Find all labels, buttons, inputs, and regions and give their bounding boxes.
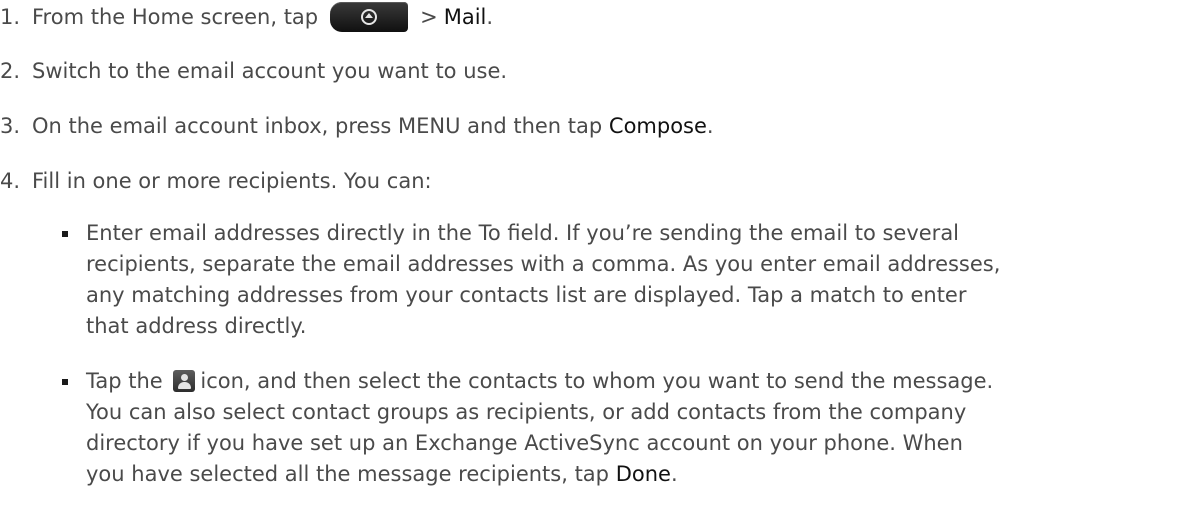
bullet-line: Tap the icon, and then select the contac…	[86, 366, 1194, 397]
bullet-item-2: Tap the icon, and then select the contac…	[45, 366, 1185, 494]
step-2: 2. Switch to the email account you want …	[0, 56, 507, 86]
step-number: 2.	[0, 59, 21, 83]
bullet-text: Tap the icon, and then select the contac…	[86, 366, 1194, 490]
step-text-after: >	[420, 5, 438, 29]
bullet-line: any matching addresses from your contact…	[86, 283, 967, 307]
bullet-end: .	[670, 462, 678, 486]
bullet-line: directory if you have set up an Exchange…	[86, 431, 963, 455]
bullet-text-after-icon: icon, and then select the contacts to wh…	[200, 369, 994, 393]
step-number: 4.	[0, 169, 21, 193]
step-end: .	[486, 5, 494, 29]
step-end: .	[706, 114, 714, 138]
step-text: Fill in one or more recipients. You can:	[32, 169, 432, 193]
step-1: 1. From the Home screen, tap > Mail .	[0, 2, 493, 32]
bullet-line: You can also select contact groups as re…	[86, 400, 967, 424]
step-text: Switch to the email account you want to …	[32, 59, 508, 83]
compose-label: Compose	[608, 114, 707, 138]
bullet-item-1: Enter email addresses directly in the To…	[45, 218, 1185, 346]
step-number: 1.	[0, 5, 21, 29]
bullet-icon	[62, 231, 68, 237]
step-text: From the Home screen, tap	[32, 5, 319, 29]
bullet-line: Enter email addresses directly in the To…	[86, 221, 960, 245]
mail-label: Mail	[443, 5, 487, 29]
step-text: On the email account inbox, press MENU a…	[32, 114, 609, 138]
bullet-line: you have selected all the message recipi…	[86, 459, 1194, 490]
bullet-line: that address directly.	[86, 314, 307, 338]
contact-picker-icon	[173, 370, 196, 392]
bullet-icon	[62, 379, 68, 385]
all-apps-button-icon	[330, 2, 409, 32]
step-number: 3.	[0, 114, 21, 138]
step-3: 3. On the email account inbox, press MEN…	[0, 111, 714, 141]
bullet-text: you have selected all the message recipi…	[86, 462, 616, 486]
done-label: Done	[615, 462, 671, 486]
bullet-line: recipients, separate the email addresses…	[86, 252, 1001, 276]
bullet-text: Enter email addresses directly in the To…	[86, 218, 1194, 342]
bullet-text-before-icon: Tap the	[86, 369, 163, 393]
instruction-document: 1. From the Home screen, tap > Mail . 2.…	[0, 0, 1194, 511]
step-4: 4. Fill in one or more recipients. You c…	[0, 166, 432, 196]
